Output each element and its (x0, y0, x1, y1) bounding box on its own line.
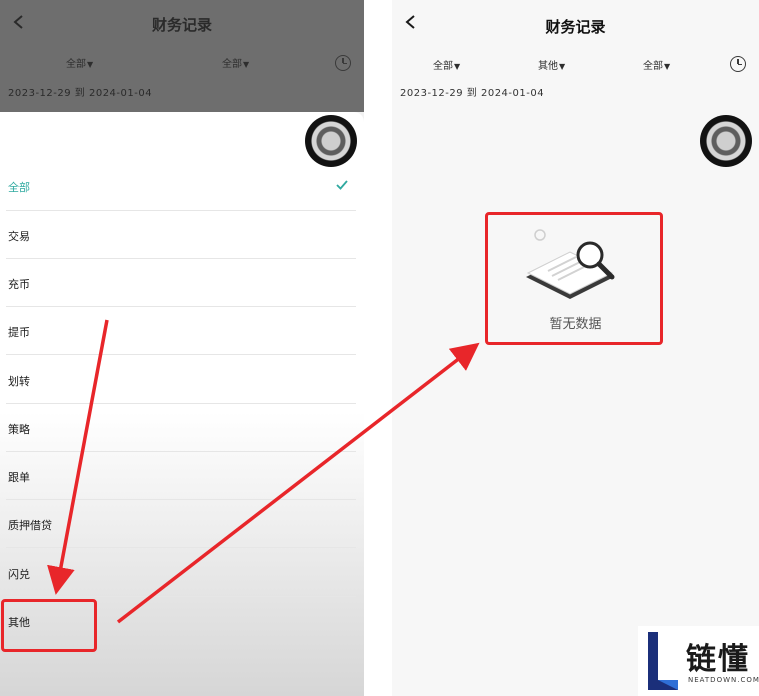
date-range: 2023-12-29 到 2024-01-04 (400, 88, 545, 99)
divider (6, 596, 356, 597)
divider (6, 210, 356, 211)
logo-en-text: NEATDOWN.COM (688, 676, 759, 684)
logo-text: 链懂 (686, 642, 750, 677)
caret-down-icon: ▼ (454, 62, 461, 71)
filter-type-dropdown[interactable]: 全部▼ (433, 57, 460, 72)
caret-down-icon: ▼ (243, 60, 250, 69)
clock-icon[interactable] (335, 55, 351, 71)
filter-coin-dropdown[interactable]: 全部▼ (643, 57, 670, 72)
divider (6, 403, 356, 404)
divider (6, 547, 356, 548)
divider (6, 306, 356, 307)
floating-button[interactable] (305, 115, 357, 167)
clock-icon[interactable] (730, 56, 746, 72)
check-icon (336, 180, 348, 190)
filter-category-dropdown[interactable]: 其他▼ (538, 57, 565, 72)
sheet-item-deposit[interactable]: 充币 (8, 276, 30, 292)
filter-type-label: 全部 (66, 59, 86, 70)
filter-type-dropdown[interactable]: 全部▼ (66, 55, 93, 70)
right-screen: 财务记录 全部▼ 其他▼ 全部▼ 2023-12-29 到 2024-01-04… (392, 0, 759, 696)
watermark-logo: 链懂 NEATDOWN.COM (638, 626, 759, 696)
caret-down-icon: ▼ (664, 62, 671, 71)
date-range: 2023-12-29 到 2024-01-04 (8, 88, 153, 99)
sheet-item-copy-trade[interactable]: 跟单 (8, 469, 30, 485)
sheet-item-trade[interactable]: 交易 (8, 228, 30, 244)
filter-coin-label: 全部 (222, 59, 242, 70)
highlight-box-empty-state (485, 212, 663, 345)
dimmed-header: 财务记录 全部▼ 全部▼ 2023-12-29 到 2024-01-04 (0, 0, 364, 112)
highlight-box-other (1, 599, 97, 652)
left-screen: 财务记录 全部▼ 全部▼ 2023-12-29 到 2024-01-04 全部 … (0, 0, 364, 696)
sheet-item-pledge-loan[interactable]: 质押借贷 (8, 517, 52, 533)
filter-coin-dropdown[interactable]: 全部▼ (222, 55, 249, 70)
sheet-item-all[interactable]: 全部 (8, 179, 30, 195)
page-title: 财务记录 (545, 18, 606, 36)
caret-down-icon: ▼ (87, 60, 94, 69)
page-title: 财务记录 (151, 16, 212, 34)
sheet-item-transfer[interactable]: 划转 (8, 373, 30, 389)
floating-button[interactable] (700, 115, 752, 167)
logo-mark-icon (648, 632, 678, 690)
divider (6, 499, 356, 500)
divider (6, 451, 356, 452)
divider (6, 354, 356, 355)
filter-category-label: 其他 (538, 61, 558, 72)
sheet-item-withdraw[interactable]: 提币 (8, 324, 30, 340)
filter-type-label: 全部 (433, 61, 453, 72)
filter-coin-label: 全部 (643, 61, 663, 72)
caret-down-icon: ▼ (559, 62, 566, 71)
divider (6, 258, 356, 259)
sheet-item-swap[interactable]: 闪兑 (8, 566, 30, 582)
sheet-item-strategy[interactable]: 策略 (8, 421, 30, 437)
